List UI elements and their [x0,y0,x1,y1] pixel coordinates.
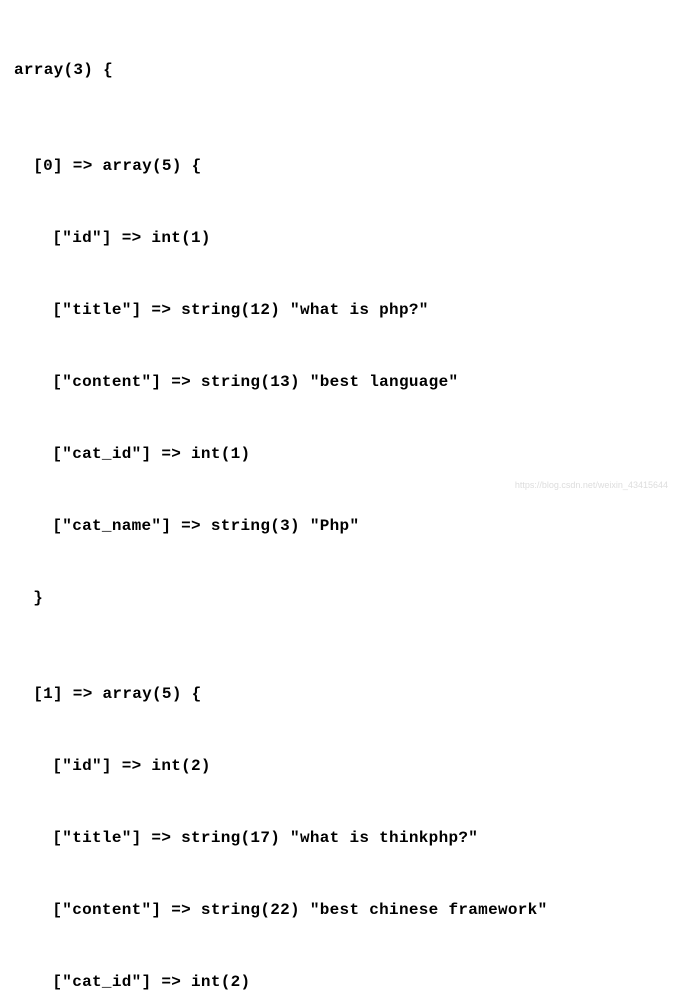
array-header: array(3) { [14,58,664,82]
entry-row: ["content"] => string(22) "best chinese … [14,898,664,922]
entry-row: ["id"] => int(1) [14,226,664,250]
entry-row: ["title"] => string(12) "what is php?" [14,298,664,322]
entry-index: [0] => array(5) { [14,154,664,178]
entry-row: ["cat_name"] => string(3) "Php" [14,514,664,538]
entry-close: } [14,586,664,610]
entry-row: ["content"] => string(13) "best language… [14,370,664,394]
var-dump-output: array(3) { [0] => array(5) { ["id"] => i… [14,10,664,1000]
entry-row: ["title"] => string(17) "what is thinkph… [14,826,664,850]
entry-row: ["id"] => int(2) [14,754,664,778]
watermark-text: https://blog.csdn.net/weixin_43415644 [515,479,668,493]
entry-row: ["cat_id"] => int(1) [14,442,664,466]
entry-index: [1] => array(5) { [14,682,664,706]
entry-row: ["cat_id"] => int(2) [14,970,664,994]
